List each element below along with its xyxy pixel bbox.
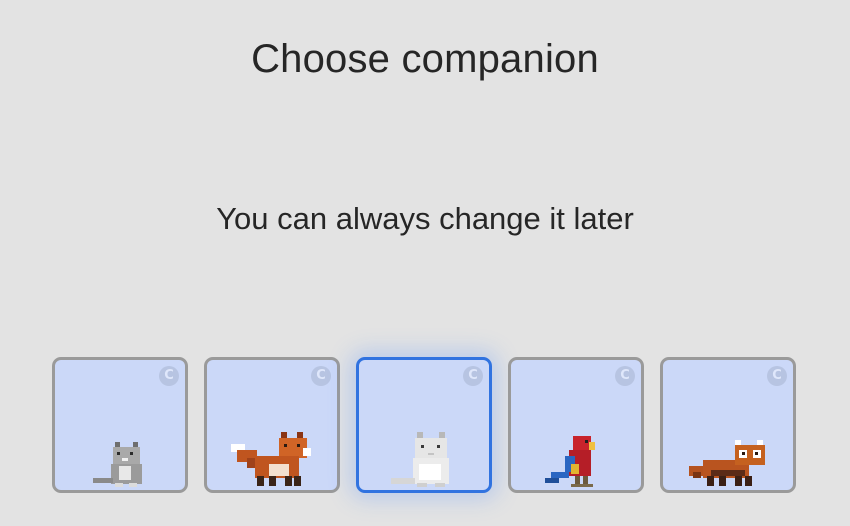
page-subtitle: You can always change it later <box>216 201 634 236</box>
companion-picker: C C C C C <box>52 357 797 493</box>
page-title: Choose companion <box>251 37 599 81</box>
companion-card-white-cat[interactable]: C <box>356 357 492 493</box>
parrot-sprite-icon <box>545 436 595 487</box>
companion-card-fox[interactable]: C <box>204 357 340 493</box>
fox-sprite-icon <box>231 432 311 486</box>
red-panda-sprite-icon <box>689 440 765 486</box>
gray-cat-sprite-icon <box>93 442 142 487</box>
white-cat-sprite-icon <box>391 432 449 487</box>
companion-card-gray-cat[interactable]: C <box>52 357 188 493</box>
companion-card-red-panda[interactable]: C <box>660 357 796 493</box>
companion-card-parrot[interactable]: C <box>508 357 644 493</box>
